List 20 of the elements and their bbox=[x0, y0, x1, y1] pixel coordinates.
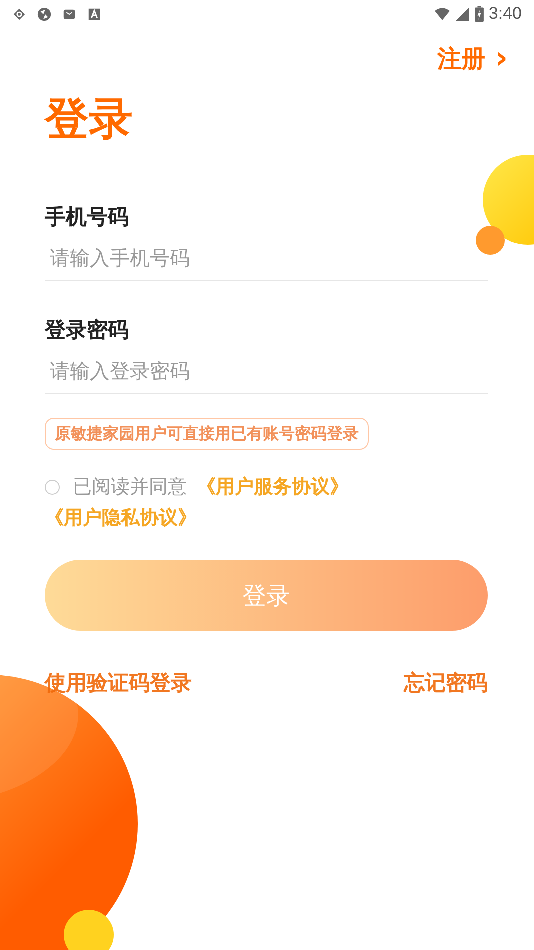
agreement-link[interactable]: 《用户服务协议》 bbox=[197, 472, 349, 503]
input-field[interactable]: 请输入手机号码 bbox=[45, 242, 488, 281]
field-label: 手机号码 bbox=[45, 204, 130, 231]
text-link[interactable]: 忘记密码 bbox=[404, 669, 488, 697]
aperture-icon bbox=[37, 6, 52, 22]
login-button[interactable]: 登录 bbox=[45, 560, 488, 631]
font-icon bbox=[87, 6, 102, 22]
agreement-checkbox[interactable] bbox=[45, 480, 60, 495]
eye-icon bbox=[12, 6, 27, 22]
notice-badge: 原敏捷家园用户可直接用已有账号密码登录 bbox=[45, 418, 369, 450]
field-label: 登录密码 bbox=[45, 317, 130, 344]
input-field[interactable]: 请输入登录密码 bbox=[45, 355, 488, 394]
page-title: 登录 bbox=[45, 93, 134, 147]
battery-icon bbox=[474, 6, 484, 22]
status-time: 3:40 bbox=[488, 4, 522, 24]
register-link[interactable]: 注册 › bbox=[438, 42, 508, 76]
signal-icon bbox=[454, 6, 470, 22]
agreement-text: 已阅读并同意 bbox=[73, 475, 187, 500]
agreement-link[interactable]: 《用户隐私协议》 bbox=[45, 503, 197, 534]
wifi-icon bbox=[434, 6, 450, 22]
